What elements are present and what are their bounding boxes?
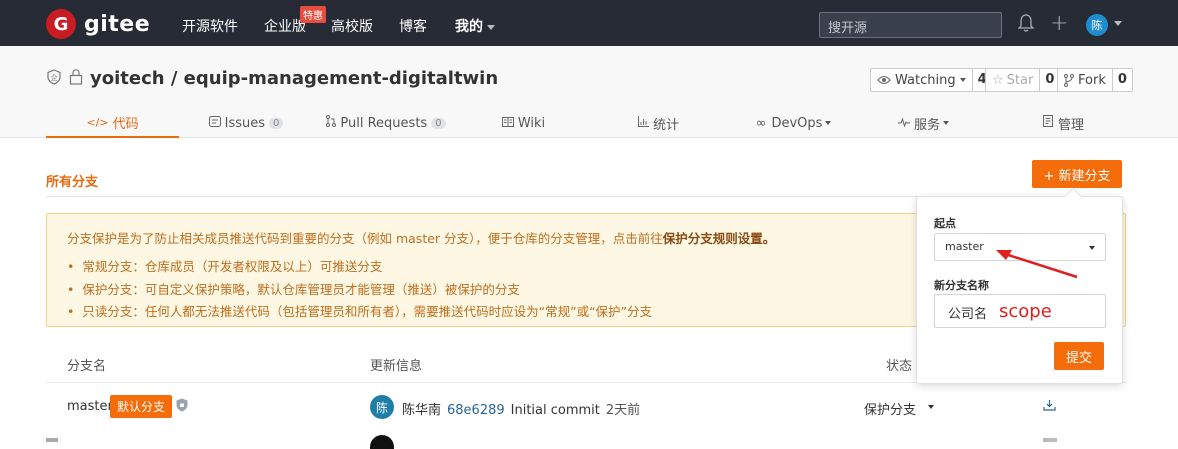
annotation-arrow	[996, 250, 1078, 279]
